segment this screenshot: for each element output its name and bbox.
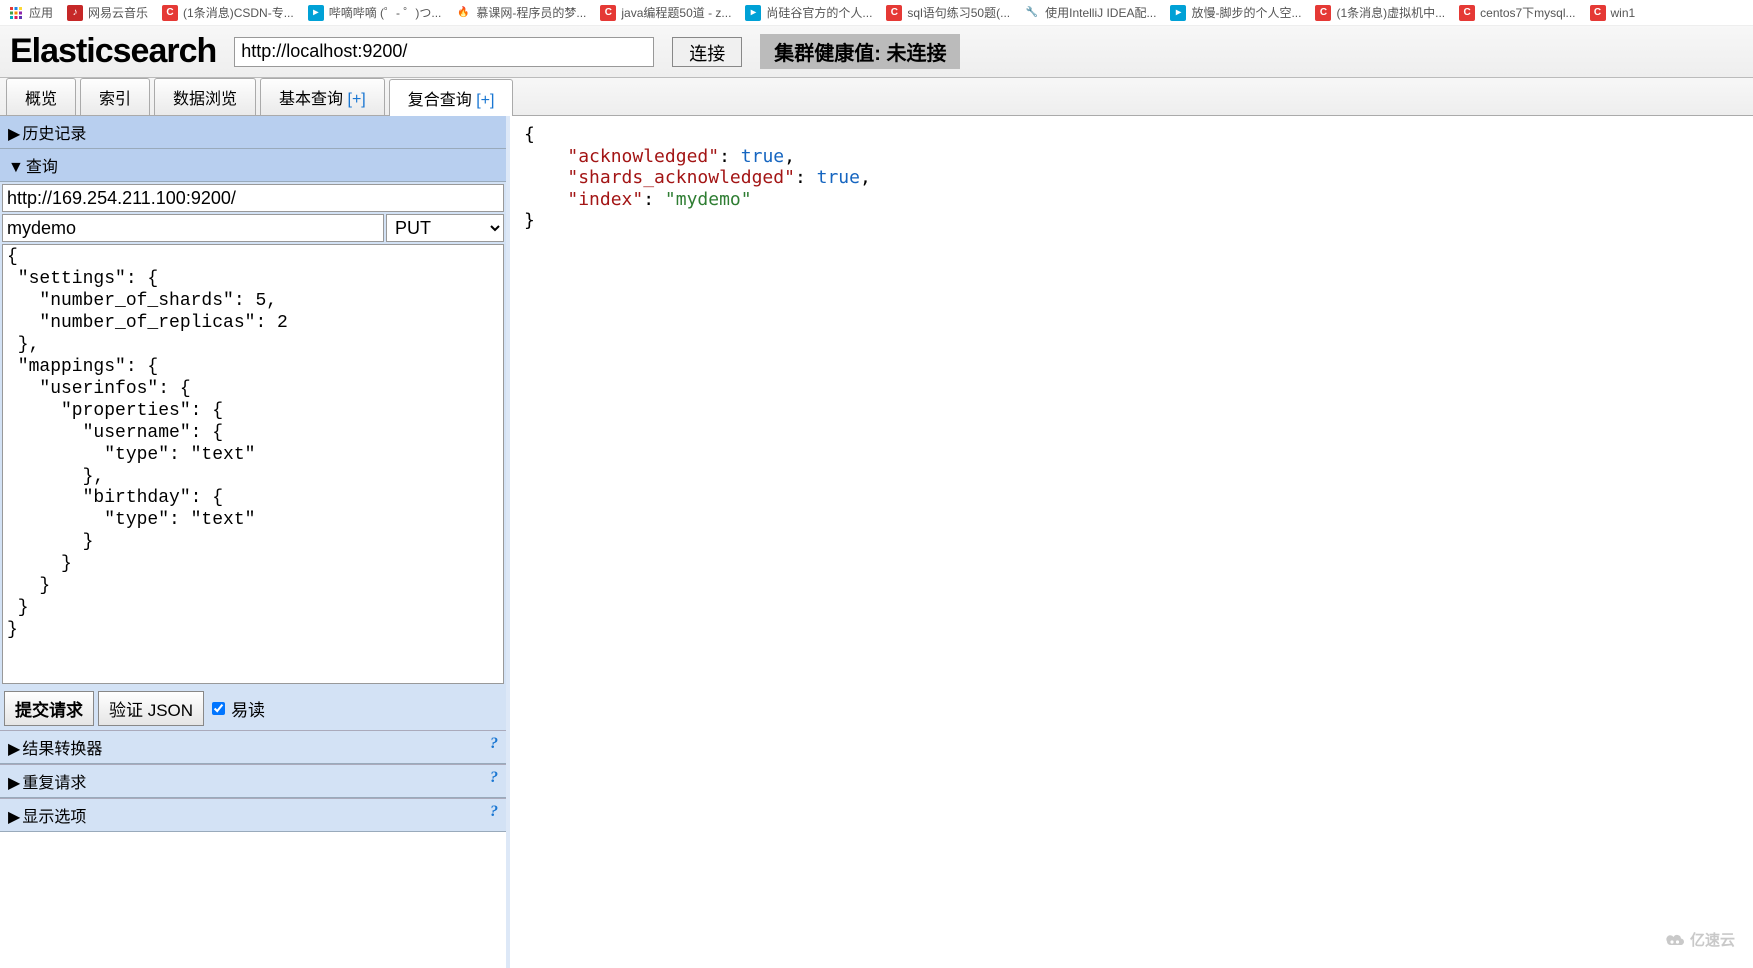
plus-icon: [+] (476, 92, 494, 109)
left-panel: ▶历史记录 ▼查询 PUT 提交请求 验证 JSON 易读 ▶结果转换器? ▶重… (0, 116, 510, 968)
watermark-text: 亿速云 (1690, 929, 1735, 950)
json-key: "shards_acknowledged" (567, 167, 795, 188)
section-repeat[interactable]: ▶重复请求? (0, 764, 506, 798)
bookmark-item[interactable]: ♪ 网易云音乐 (67, 4, 148, 21)
tab-browse[interactable]: 数据浏览 (154, 78, 256, 115)
plus-icon: [+] (348, 91, 366, 108)
connect-button[interactable]: 连接 (672, 37, 742, 67)
bookmark-label: 使用IntelliJ IDEA配... (1045, 4, 1156, 21)
bookmark-item[interactable]: 🔧 使用IntelliJ IDEA配... (1024, 4, 1156, 21)
tab-label: 基本查询 (279, 91, 343, 108)
query-buttons: 提交请求 验证 JSON 易读 (2, 687, 504, 730)
favicon-icon: ▸ (308, 5, 324, 21)
json-value: true (741, 146, 784, 167)
json-value: "mydemo" (665, 189, 752, 210)
triangle-right-icon: ▶ (8, 739, 20, 759)
http-method-select[interactable]: PUT (386, 214, 504, 242)
favicon-icon: C (1459, 5, 1475, 21)
favicon-icon: ♪ (67, 5, 83, 21)
readable-label: 易读 (231, 696, 265, 721)
bookmark-item[interactable]: ▸ 哔嘀哔嘀 (゜- ゜)つ... (308, 4, 442, 21)
bookmarks-bar: 应用 ♪ 网易云音乐 C (1条消息)CSDN-专... ▸ 哔嘀哔嘀 (゜- ゜)つ… (0, 0, 1753, 26)
tab-indices[interactable]: 索引 (80, 78, 150, 115)
triangle-right-icon: ▶ (8, 807, 20, 827)
bookmark-item[interactable]: Cjava编程题50道 - z... (600, 4, 731, 21)
tab-compound-query[interactable]: 复合查询 [+] (389, 79, 514, 116)
bookmark-label: 哔嘀哔嘀 (゜- ゜)つ... (329, 4, 442, 21)
json-value: true (817, 167, 860, 188)
bookmark-item[interactable]: ▸ 放慢-脚步的个人空... (1170, 4, 1301, 21)
favicon-icon: C (162, 5, 178, 21)
bookmark-item[interactable]: Cwin1 (1590, 5, 1636, 21)
favicon-icon: ▸ (1170, 5, 1186, 21)
bookmark-label: 慕课网-程序员的梦... (476, 4, 586, 21)
bookmark-item[interactable]: Csql语句练习50题(... (886, 4, 1010, 21)
bookmark-label: centos7下mysql... (1480, 4, 1575, 21)
es-url-input[interactable] (234, 37, 654, 67)
bookmark-label: 网易云音乐 (88, 4, 148, 21)
triangle-right-icon: ▶ (8, 124, 20, 144)
bookmark-label: 尚硅谷官方的个人... (766, 4, 872, 21)
bookmark-label: win1 (1611, 6, 1636, 20)
bookmark-item[interactable]: Ccentos7下mysql... (1459, 4, 1575, 21)
favicon-icon: C (1590, 5, 1606, 21)
help-icon[interactable]: ? (490, 769, 498, 787)
bookmark-label: 放慢-脚步的个人空... (1191, 4, 1301, 21)
validate-json-button[interactable]: 验证 JSON (98, 691, 204, 726)
readable-checkbox[interactable] (212, 702, 225, 715)
app-logo: Elasticsearch (10, 32, 216, 71)
index-name-input[interactable] (2, 214, 384, 242)
favicon-icon: C (600, 5, 616, 21)
bookmark-item[interactable]: C (1条消息)虚拟机中... (1315, 4, 1445, 21)
tab-label: 复合查询 (408, 92, 472, 109)
section-history[interactable]: ▶历史记录 (0, 116, 506, 149)
tab-basic-query[interactable]: 基本查询 [+] (260, 78, 385, 115)
bookmark-item[interactable]: C (1条消息)CSDN-专... (162, 4, 294, 21)
section-label: 历史记录 (22, 126, 86, 143)
triangle-right-icon: ▶ (8, 773, 20, 793)
section-label: 显示选项 (22, 809, 86, 826)
apps-label: 应用 (29, 4, 53, 21)
submit-button[interactable]: 提交请求 (4, 691, 94, 726)
bookmark-label: java编程题50道 - z... (621, 4, 731, 21)
tabbar: 概览 索引 数据浏览 基本查询 [+] 复合查询 [+] (0, 78, 1753, 116)
triangle-down-icon: ▼ (8, 159, 24, 177)
help-icon[interactable]: ? (490, 803, 498, 821)
help-icon[interactable]: ? (490, 735, 498, 753)
bookmark-label: sql语句练习50题(... (907, 4, 1010, 21)
cluster-health-badge: 集群健康值: 未连接 (760, 34, 960, 69)
cloud-icon (1664, 932, 1686, 948)
section-label: 查询 (26, 159, 58, 176)
section-label: 结果转换器 (22, 741, 102, 758)
json-key: "index" (567, 189, 643, 210)
main-split: ▶历史记录 ▼查询 PUT 提交请求 验证 JSON 易读 ▶结果转换器? ▶重… (0, 116, 1753, 968)
section-label: 重复请求 (22, 775, 86, 792)
response-panel: { "acknowledged": true, "shards_acknowle… (510, 116, 1753, 968)
bookmark-item[interactable]: ▸ 尚硅谷官方的个人... (745, 4, 872, 21)
favicon-icon: ▸ (745, 5, 761, 21)
bookmark-label: (1条消息)虚拟机中... (1336, 4, 1445, 21)
section-display[interactable]: ▶显示选项? (0, 798, 506, 832)
apps-button[interactable]: 应用 (8, 4, 53, 21)
json-key: "acknowledged" (567, 146, 719, 167)
tab-overview[interactable]: 概览 (6, 78, 76, 115)
favicon-icon: 🔧 (1024, 5, 1040, 21)
bookmark-item[interactable]: 🔥 慕课网-程序员的梦... (455, 4, 586, 21)
favicon-icon: 🔥 (455, 5, 471, 21)
favicon-icon: C (886, 5, 902, 21)
watermark: 亿速云 (1664, 929, 1735, 950)
apps-icon (8, 5, 24, 21)
section-transformer[interactable]: ▶结果转换器? (0, 730, 506, 764)
request-body-textarea[interactable] (2, 244, 504, 684)
section-query[interactable]: ▼查询 (0, 149, 506, 182)
bookmark-label: (1条消息)CSDN-专... (183, 4, 294, 21)
query-url-input[interactable] (2, 184, 504, 212)
query-box: PUT 提交请求 验证 JSON 易读 (0, 182, 506, 730)
header: Elasticsearch 连接 集群健康值: 未连接 (0, 26, 1753, 78)
favicon-icon: C (1315, 5, 1331, 21)
